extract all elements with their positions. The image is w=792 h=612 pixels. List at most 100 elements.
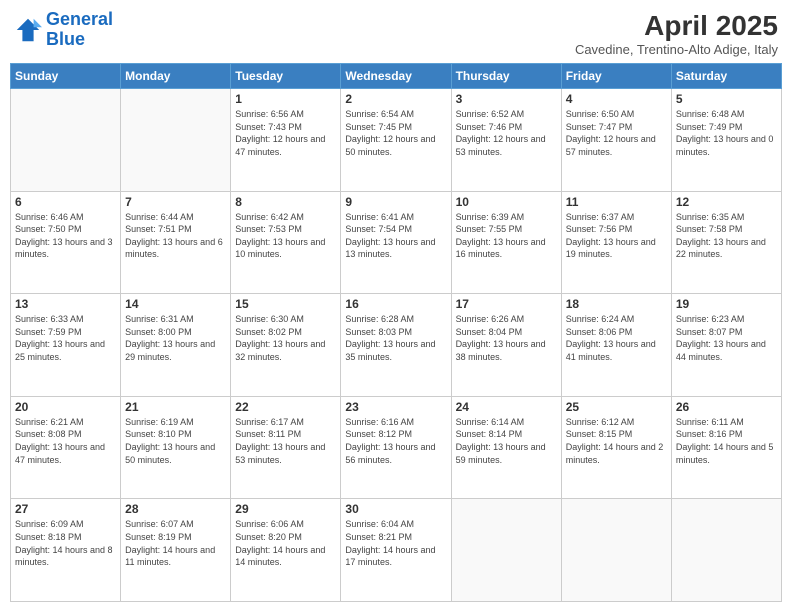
calendar-week-1: 1 Sunrise: 6:56 AM Sunset: 7:43 PM Daylig… [11, 89, 782, 192]
day-info: Sunrise: 6:46 AM Sunset: 7:50 PM Dayligh… [15, 211, 116, 261]
calendar-cell: 30 Sunrise: 6:04 AM Sunset: 8:21 PM Dayli… [341, 499, 451, 602]
calendar-cell: 20 Sunrise: 6:21 AM Sunset: 8:08 PM Dayli… [11, 396, 121, 499]
calendar-cell: 1 Sunrise: 6:56 AM Sunset: 7:43 PM Daylig… [231, 89, 341, 192]
day-info: Sunrise: 6:09 AM Sunset: 8:18 PM Dayligh… [15, 518, 116, 568]
calendar-cell [561, 499, 671, 602]
day-info: Sunrise: 6:17 AM Sunset: 8:11 PM Dayligh… [235, 416, 336, 466]
calendar-cell: 12 Sunrise: 6:35 AM Sunset: 7:58 PM Dayli… [671, 191, 781, 294]
calendar-week-5: 27 Sunrise: 6:09 AM Sunset: 8:18 PM Dayli… [11, 499, 782, 602]
day-number: 1 [235, 92, 336, 106]
day-number: 23 [345, 400, 446, 414]
day-number: 20 [15, 400, 116, 414]
day-number: 2 [345, 92, 446, 106]
day-info: Sunrise: 6:44 AM Sunset: 7:51 PM Dayligh… [125, 211, 226, 261]
day-number: 10 [456, 195, 557, 209]
day-number: 12 [676, 195, 777, 209]
day-info: Sunrise: 6:11 AM Sunset: 8:16 PM Dayligh… [676, 416, 777, 466]
calendar-cell: 4Sunrise: 6:50 AM Sunset: 7:47 PM Daylig… [561, 89, 671, 192]
calendar-cell [11, 89, 121, 192]
calendar-cell: 17 Sunrise: 6:26 AM Sunset: 8:04 PM Dayli… [451, 294, 561, 397]
logo: General Blue [14, 10, 113, 50]
calendar-cell [451, 499, 561, 602]
day-number: 6 [15, 195, 116, 209]
day-number: 19 [676, 297, 777, 311]
calendar-cell: 6 Sunrise: 6:46 AM Sunset: 7:50 PM Daylig… [11, 191, 121, 294]
day-number: 21 [125, 400, 226, 414]
calendar-cell: 19 Sunrise: 6:23 AM Sunset: 8:07 PM Dayli… [671, 294, 781, 397]
col-wednesday: Wednesday [341, 64, 451, 89]
day-number: 22 [235, 400, 336, 414]
day-info: Sunrise: 6:54 AM Sunset: 7:45 PM Dayligh… [345, 108, 446, 158]
day-number: 28 [125, 502, 226, 516]
day-info: Sunrise: 6:56 AM Sunset: 7:43 PM Dayligh… [235, 108, 336, 158]
calendar-cell: 2 Sunrise: 6:54 AM Sunset: 7:45 PM Daylig… [341, 89, 451, 192]
col-friday: Friday [561, 64, 671, 89]
calendar-cell: 18Sunrise: 6:24 AM Sunset: 8:06 PM Dayli… [561, 294, 671, 397]
day-number: 16 [345, 297, 446, 311]
calendar-cell: 5 Sunrise: 6:48 AM Sunset: 7:49 PM Daylig… [671, 89, 781, 192]
day-number: 15 [235, 297, 336, 311]
calendar-cell [671, 499, 781, 602]
day-number: 3 [456, 92, 557, 106]
calendar-cell: 26 Sunrise: 6:11 AM Sunset: 8:16 PM Dayli… [671, 396, 781, 499]
day-info: Sunrise: 6:41 AM Sunset: 7:54 PM Dayligh… [345, 211, 446, 261]
calendar-week-3: 13 Sunrise: 6:33 AM Sunset: 7:59 PM Dayli… [11, 294, 782, 397]
day-number: 17 [456, 297, 557, 311]
day-number: 5 [676, 92, 777, 106]
day-number: 11 [566, 195, 667, 209]
calendar-cell: 13 Sunrise: 6:33 AM Sunset: 7:59 PM Dayli… [11, 294, 121, 397]
calendar-cell: 14Sunrise: 6:31 AM Sunset: 8:00 PM Dayli… [121, 294, 231, 397]
day-number: 27 [15, 502, 116, 516]
calendar-cell: 9 Sunrise: 6:41 AM Sunset: 7:54 PM Daylig… [341, 191, 451, 294]
day-number: 26 [676, 400, 777, 414]
day-info: Sunrise: 6:33 AM Sunset: 7:59 PM Dayligh… [15, 313, 116, 363]
calendar-cell: 22 Sunrise: 6:17 AM Sunset: 8:11 PM Dayli… [231, 396, 341, 499]
day-info: Sunrise: 6:21 AM Sunset: 8:08 PM Dayligh… [15, 416, 116, 466]
day-number: 4 [566, 92, 667, 106]
day-info: Sunrise: 6:12 AM Sunset: 8:15 PM Dayligh… [566, 416, 667, 466]
col-sunday: Sunday [11, 64, 121, 89]
calendar-week-4: 20 Sunrise: 6:21 AM Sunset: 8:08 PM Dayli… [11, 396, 782, 499]
logo-text: General Blue [46, 10, 113, 50]
calendar-cell: 7 Sunrise: 6:44 AM Sunset: 7:51 PM Daylig… [121, 191, 231, 294]
calendar-table: Sunday Monday Tuesday Wednesday Thursday… [10, 63, 782, 602]
page: General Blue April 2025 Cavedine, Trenti… [0, 0, 792, 612]
calendar-cell: 11 Sunrise: 6:37 AM Sunset: 7:56 PM Dayli… [561, 191, 671, 294]
calendar-cell: 16 Sunrise: 6:28 AM Sunset: 8:03 PM Dayli… [341, 294, 451, 397]
col-saturday: Saturday [671, 64, 781, 89]
day-info: Sunrise: 6:48 AM Sunset: 7:49 PM Dayligh… [676, 108, 777, 158]
calendar-cell: 28 Sunrise: 6:07 AM Sunset: 8:19 PM Dayli… [121, 499, 231, 602]
calendar-cell [121, 89, 231, 192]
day-number: 9 [345, 195, 446, 209]
calendar-week-2: 6 Sunrise: 6:46 AM Sunset: 7:50 PM Daylig… [11, 191, 782, 294]
day-number: 7 [125, 195, 226, 209]
day-number: 13 [15, 297, 116, 311]
day-info: Sunrise: 6:19 AM Sunset: 8:10 PM Dayligh… [125, 416, 226, 466]
day-number: 30 [345, 502, 446, 516]
day-info: Sunrise: 6:42 AM Sunset: 7:53 PM Dayligh… [235, 211, 336, 261]
day-number: 25 [566, 400, 667, 414]
day-info: Sunrise: 6:16 AM Sunset: 8:12 PM Dayligh… [345, 416, 446, 466]
calendar-cell: 25 Sunrise: 6:12 AM Sunset: 8:15 PM Dayli… [561, 396, 671, 499]
day-number: 24 [456, 400, 557, 414]
day-info: Sunrise: 6:35 AM Sunset: 7:58 PM Dayligh… [676, 211, 777, 261]
calendar-cell: 10 Sunrise: 6:39 AM Sunset: 7:55 PM Dayli… [451, 191, 561, 294]
subtitle: Cavedine, Trentino-Alto Adige, Italy [575, 42, 778, 57]
day-info: Sunrise: 6:07 AM Sunset: 8:19 PM Dayligh… [125, 518, 226, 568]
day-number: 8 [235, 195, 336, 209]
calendar-cell: 21 Sunrise: 6:19 AM Sunset: 8:10 PM Dayli… [121, 396, 231, 499]
day-info: Sunrise: 6:23 AM Sunset: 8:07 PM Dayligh… [676, 313, 777, 363]
day-info: Sunrise: 6:04 AM Sunset: 8:21 PM Dayligh… [345, 518, 446, 568]
day-info: Sunrise: 6:30 AM Sunset: 8:02 PM Dayligh… [235, 313, 336, 363]
calendar-cell: 8 Sunrise: 6:42 AM Sunset: 7:53 PM Daylig… [231, 191, 341, 294]
day-info: Sunrise: 6:14 AM Sunset: 8:14 PM Dayligh… [456, 416, 557, 466]
main-title: April 2025 [575, 10, 778, 42]
day-info: Sunrise: 6:28 AM Sunset: 8:03 PM Dayligh… [345, 313, 446, 363]
day-info: Sunrise: 6:31 AM Sunset: 8:00 PM Dayligh… [125, 313, 226, 363]
calendar-cell: 24 Sunrise: 6:14 AM Sunset: 8:14 PM Dayli… [451, 396, 561, 499]
day-number: 29 [235, 502, 336, 516]
calendar-cell: 3Sunrise: 6:52 AM Sunset: 7:46 PM Daylig… [451, 89, 561, 192]
day-info: Sunrise: 6:37 AM Sunset: 7:56 PM Dayligh… [566, 211, 667, 261]
day-info: Sunrise: 6:26 AM Sunset: 8:04 PM Dayligh… [456, 313, 557, 363]
day-info: Sunrise: 6:39 AM Sunset: 7:55 PM Dayligh… [456, 211, 557, 261]
